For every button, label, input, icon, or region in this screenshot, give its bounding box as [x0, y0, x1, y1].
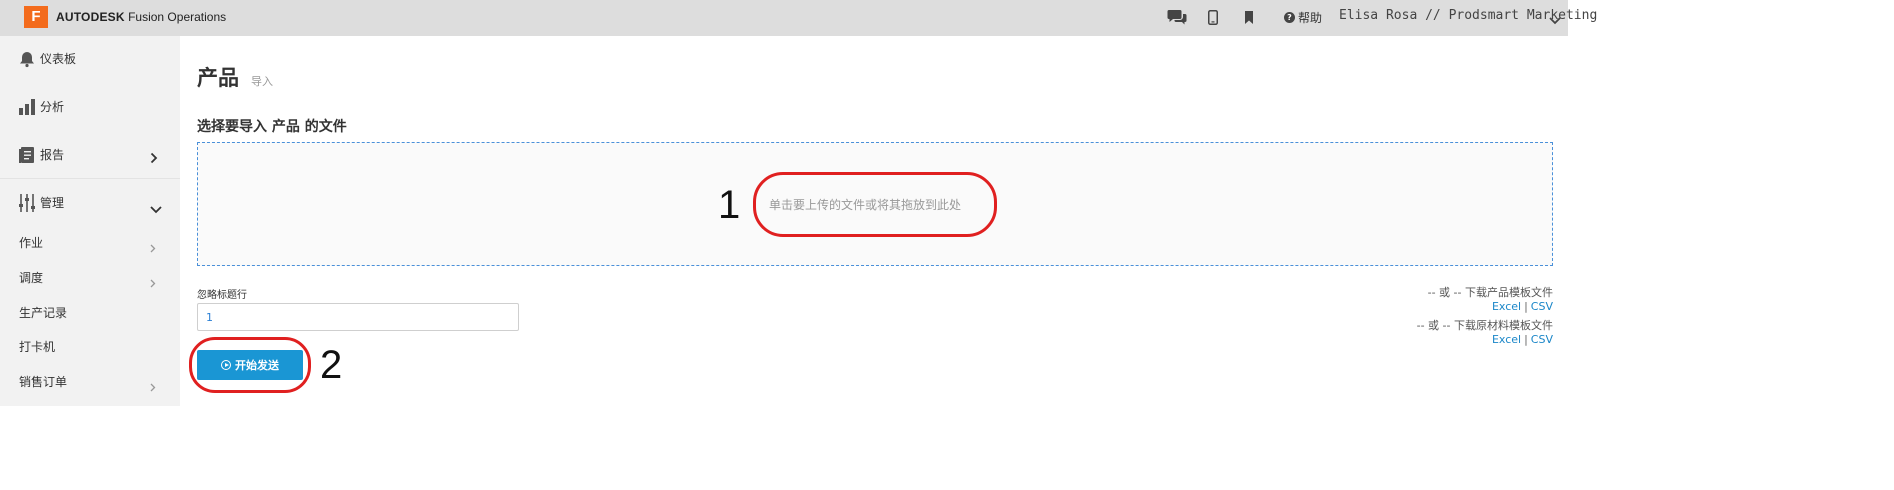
material-template-excel-link[interactable]: Excel: [1492, 333, 1521, 346]
top-bar: F AUTODESK Fusion Operations ? 帮助 Elisa …: [0, 0, 1597, 36]
mobile-icon[interactable]: [1202, 7, 1224, 27]
sidebar-item-management[interactable]: 管理: [0, 180, 180, 228]
chevron-right-icon: [150, 273, 156, 292]
chevron-right-icon: [150, 149, 158, 168]
help-label: 帮助: [1298, 11, 1323, 25]
sidebar-divider: [0, 178, 180, 179]
skip-header-label: 忽略标题行: [197, 290, 247, 301]
sidebar-item-label: 管理: [40, 196, 65, 210]
fusion-logo[interactable]: F: [24, 6, 48, 28]
sidebar: 仪表板 分析 报告 管理 作业 调度 生产记录 打卡机 销售订单: [0, 36, 180, 406]
page-subtitle: 导入: [251, 75, 273, 88]
sidebar-subitem-label: 销售订单: [19, 375, 68, 389]
annotation-highlight-2: [189, 337, 311, 393]
sidebar-subitem-scheduling[interactable]: 调度: [0, 261, 180, 295]
sidebar-subitem-label: 作业: [19, 236, 44, 250]
sidebar-item-dashboard[interactable]: 仪表板: [0, 36, 180, 84]
annotation-highlight-1: [753, 172, 997, 237]
brand-name[interactable]: AUTODESK Fusion Operations: [56, 10, 226, 24]
sidebar-item-analytics[interactable]: 分析: [0, 84, 180, 132]
sidebar-subitem-label: 打卡机: [19, 340, 56, 354]
sidebar-subitem-time-clock[interactable]: 打卡机: [0, 330, 180, 364]
annotation-step-1: 1: [718, 183, 741, 227]
sliders-icon: [18, 194, 36, 212]
brand-product: Fusion Operations: [128, 10, 227, 24]
sidebar-subitem-sales-orders[interactable]: 销售订单: [0, 365, 180, 399]
material-template-text: -- 或 -- 下载原材料模板文件: [1416, 319, 1553, 332]
chevron-right-icon: [150, 377, 156, 396]
sidebar-item-label: 报告: [40, 148, 65, 162]
chevron-down-icon: [150, 199, 162, 218]
document-icon: [18, 146, 36, 164]
help-link[interactable]: ? 帮助: [1284, 9, 1322, 26]
sidebar-item-label: 分析: [40, 100, 65, 114]
product-template-text: -- 或 -- 下载产品模板文件: [1427, 286, 1553, 299]
material-template-links: Excel | CSV: [1492, 333, 1553, 346]
bell-icon: [18, 50, 36, 68]
page-title: 产品: [197, 66, 239, 90]
chat-icon[interactable]: [1166, 7, 1188, 27]
product-template-excel-link[interactable]: Excel: [1492, 300, 1521, 313]
skip-header-input[interactable]: [197, 303, 519, 331]
annotation-step-2: 2: [320, 343, 343, 387]
product-template-links: Excel | CSV: [1492, 300, 1553, 313]
chevron-right-icon: [150, 238, 156, 257]
bar-chart-icon: [18, 98, 36, 116]
sidebar-item-reports[interactable]: 报告: [0, 132, 180, 180]
sidebar-subitem-label: 调度: [19, 271, 44, 285]
sidebar-item-label: 仪表板: [40, 52, 77, 66]
sidebar-subitem-jobs[interactable]: 作业: [0, 226, 180, 260]
section-title: 选择要导入 产品 的文件: [197, 119, 347, 135]
bookmark-icon[interactable]: [1238, 7, 1260, 27]
link-separator: |: [1524, 300, 1528, 313]
brand-company: AUTODESK: [56, 10, 125, 24]
chevron-down-icon[interactable]: [1549, 10, 1561, 29]
product-template-csv-link[interactable]: CSV: [1531, 300, 1553, 313]
material-template-csv-link[interactable]: CSV: [1531, 333, 1553, 346]
link-separator: |: [1524, 333, 1528, 346]
sidebar-subitem-production-records[interactable]: 生产记录: [0, 296, 180, 330]
help-icon: ?: [1284, 12, 1295, 23]
sidebar-subitem-label: 生产记录: [19, 306, 68, 320]
